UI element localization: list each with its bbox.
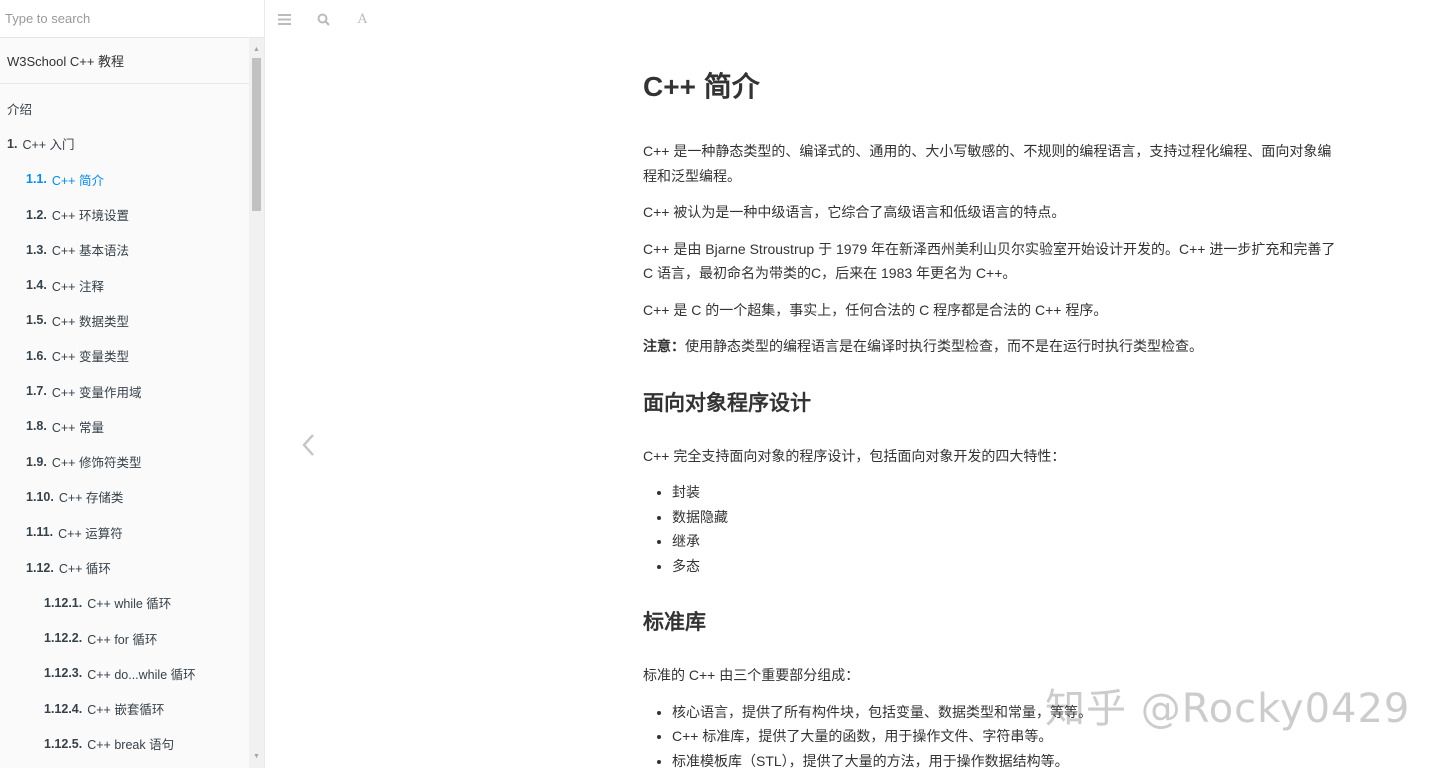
page-title: C++ 简介 xyxy=(643,71,760,102)
book-title[interactable]: W3School C++ 教程 xyxy=(0,38,250,84)
previous-page-button[interactable] xyxy=(290,425,326,465)
sidebar-item[interactable]: 1.11. C++ 运算符 xyxy=(0,515,250,550)
section-heading-oop: 面向对象程序设计 xyxy=(643,391,811,415)
sidebar-item[interactable]: 1.7. C++ 变量作用域 xyxy=(0,373,250,408)
sidebar-item-number: 1.11. xyxy=(26,525,54,540)
sidebar-item[interactable]: 1.12.4. C++ 嵌套循环 xyxy=(0,691,250,726)
scroll-down-arrow-icon[interactable]: ▼ xyxy=(249,749,264,764)
sidebar-item-label: C++ 循环 xyxy=(58,562,111,576)
sidebar-item[interactable]: 1.6. C++ 变量类型 xyxy=(0,338,250,373)
sidebar-item-number: 1.12.4. xyxy=(44,701,83,716)
sidebar-item-label: C++ while 循环 xyxy=(87,597,172,612)
sidebar-item[interactable]: 介绍 xyxy=(0,91,250,126)
sidebar-item-label: C++ 运算符 xyxy=(58,526,123,541)
sidebar-item[interactable]: 1.1. C++ 简介 xyxy=(0,162,250,197)
sidebar-item-label: C++ 修饰符类型 xyxy=(51,456,142,471)
sidebar-item-label: C++ 环境设置 xyxy=(51,209,129,224)
sidebar-item-number: 1.6. xyxy=(26,348,47,363)
sidebar-item-label: C++ 变量类型 xyxy=(51,350,129,365)
search-input[interactable] xyxy=(5,11,245,26)
oop-intro: C++ 完全支持面向对象的程序设计，包括面向对象开发的四大特性： xyxy=(643,447,1066,464)
sidebar-item-label: C++ break 语句 xyxy=(87,738,175,753)
section-heading-stdlib: 标准库 xyxy=(643,611,706,634)
sidebar-item[interactable]: 1.12. C++ 循环 xyxy=(0,550,250,585)
list-item: 数据隐藏 xyxy=(672,505,1343,530)
sidebar-item[interactable]: 1.3. C++ 基本语法 xyxy=(0,232,250,267)
sidebar-item-label: C++ 简介 xyxy=(51,173,104,188)
sidebar-item-number: 1.5. xyxy=(26,313,47,328)
sidebar-item-label: C++ 入门 xyxy=(22,138,75,153)
book-toolbar: A xyxy=(265,0,382,38)
sidebar-item[interactable]: 1.2. C++ 环境设置 xyxy=(0,197,250,232)
sidebar-item[interactable]: 1.12.5. C++ break 语句 xyxy=(0,726,250,761)
sidebar-item-number: 1.1. xyxy=(26,172,47,187)
intro-paragraph: C++ 是由 Bjarne Stroustrup 于 1979 年在新泽西州美利… xyxy=(643,240,1336,282)
list-item: 多态 xyxy=(672,554,1343,579)
sidebar-item-label: C++ 嵌套循环 xyxy=(87,703,165,718)
sidebar-item-label: C++ do...while 循环 xyxy=(87,667,196,682)
intro-paragraph: C++ 被认为是一种中级语言，它综合了高级语言和低级语言的特点。 xyxy=(643,204,1066,220)
oop-feature-list: 封装 数据隐藏 继承 多态 xyxy=(643,480,1343,578)
sidebar-item[interactable]: 1.4. C++ 注释 xyxy=(0,267,250,302)
font-settings-glyph: A xyxy=(357,11,368,27)
font-settings-icon[interactable]: A xyxy=(343,0,382,38)
sidebar-item-number: 1.2. xyxy=(26,207,47,222)
table-of-contents: W3School C++ 教程 介绍 1. C++ 入门 1.1. C++ 简介 1.2.… xyxy=(0,38,250,768)
sidebar-item-label: C++ 基本语法 xyxy=(51,244,129,259)
intro-paragraph: C++ 是一种静态类型的、编译式的、通用的、大小写敏感的、不规则的编程语言，支持… xyxy=(643,143,1332,184)
sidebar-item-number: 1.12.3. xyxy=(44,666,83,681)
sidebar-item-number: 1.9. xyxy=(26,454,47,469)
sidebar-item[interactable]: 1.12.1. C++ while 循环 xyxy=(0,585,250,620)
note-paragraph: 注意：使用静态类型的编程语言是在编译时执行类型检查，而不是在运行时执行类型检查。 xyxy=(643,334,1343,359)
sidebar-item-number: 1.7. xyxy=(26,384,47,399)
watermark: 知乎 @Rocky0429 xyxy=(1045,686,1411,732)
sidebar-item-label: 介绍 xyxy=(7,103,33,118)
sidebar-item-label: C++ 常量 xyxy=(51,420,104,435)
sidebar-item[interactable]: 1.9. C++ 修饰符类型 xyxy=(0,444,250,479)
scroll-up-arrow-icon[interactable]: ▲ xyxy=(249,42,264,57)
list-item: 继承 xyxy=(672,529,1343,554)
sidebar-item-label: C++ 数据类型 xyxy=(51,314,129,329)
article: C++ 简介 C++ 是一种静态类型的、编译式的、通用的、大小写敏感的、不规则的… xyxy=(643,62,1343,768)
sidebar-item-label: C++ 存储类 xyxy=(58,491,124,506)
sidebar-item[interactable]: 1.10. C++ 存储类 xyxy=(0,479,250,514)
sidebar-item[interactable]: 1.12.3. C++ do...while 循环 xyxy=(0,656,250,691)
scroll-thumb[interactable] xyxy=(252,58,261,211)
sidebar: W3School C++ 教程 介绍 1. C++ 入门 1.1. C++ 简介 1.2.… xyxy=(0,0,265,768)
note-text: 使用静态类型的编程语言是在编译时执行类型检查，而不是在运行时执行类型检查。 xyxy=(685,338,1203,354)
sidebar-item-number: 1.8. xyxy=(26,419,47,434)
sidebar-item-number: 1. xyxy=(7,136,18,151)
toc-list: 介绍 1. C++ 入门 1.1. C++ 简介 1.2. C++ 环境设置 1.3. C++ … xyxy=(0,84,250,762)
sidebar-item-number: 1.12.1. xyxy=(44,595,83,610)
sidebar-item[interactable]: 1.12.2. C++ for 循环 xyxy=(0,620,250,655)
sidebar-scrollbar[interactable]: ▲ ▼ xyxy=(249,38,264,768)
sidebar-item-number: 1.12. xyxy=(26,560,54,575)
sidebar-item-label: C++ for 循环 xyxy=(87,632,158,647)
sidebar-item-label: C++ 变量作用域 xyxy=(51,385,142,400)
list-item: 封装 xyxy=(672,480,1343,505)
intro-paragraph: C++ 是 C 的一个超集，事实上，任何合法的 C 程序都是合法的 C++ 程序… xyxy=(643,301,1108,318)
chevron-left-icon xyxy=(302,434,314,456)
sidebar-item-label: C++ 注释 xyxy=(51,279,104,294)
sidebar-item[interactable]: 1.5. C++ 数据类型 xyxy=(0,303,250,338)
sidebar-item-number: 1.12.2. xyxy=(44,631,83,646)
sidebar-item-number: 1.10. xyxy=(26,489,54,504)
hamburger-icon[interactable] xyxy=(265,0,304,38)
search-icon[interactable] xyxy=(304,0,343,38)
search-box xyxy=(0,0,264,38)
sidebar-item[interactable]: 1.8. C++ 常量 xyxy=(0,409,250,444)
sidebar-item-number: 1.4. xyxy=(26,278,47,293)
sidebar-item[interactable]: 1. C++ 入门 xyxy=(0,126,250,161)
sidebar-item-number: 1.12.5. xyxy=(44,736,83,751)
sidebar-item-number: 1.3. xyxy=(26,242,47,257)
list-item: 标准模板库（STL），提供了大量的方法，用于操作数据结构等。 xyxy=(672,749,1343,768)
note-label: 注意： xyxy=(643,338,685,354)
